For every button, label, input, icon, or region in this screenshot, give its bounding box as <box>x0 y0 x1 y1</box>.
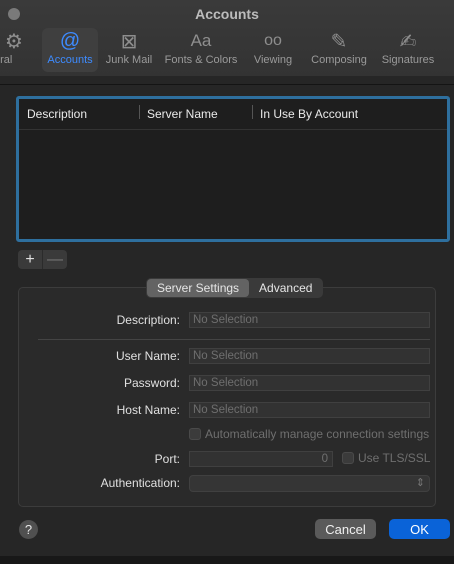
toolbar-item-accounts[interactable]: @ Accounts <box>42 28 98 72</box>
toolbar-label-signatures: Signatures <box>381 54 435 66</box>
accounts-table[interactable]: Description Server Name In Use By Accoun… <box>16 96 450 242</box>
toolbar-label-general: eral <box>0 54 13 66</box>
help-button[interactable]: ? <box>19 520 38 539</box>
compose-icon: ✎ <box>330 30 348 53</box>
form-divider <box>38 339 430 340</box>
authentication-label: Authentication: <box>100 476 180 490</box>
at-icon: @ <box>59 29 81 52</box>
port-field[interactable]: 0 <box>189 451 333 467</box>
table-header: Description Server Name In Use By Accoun… <box>19 99 447 130</box>
toolbar-item-signatures[interactable]: ✍ Signatures <box>374 28 442 72</box>
accounts-preferences-window: Accounts ⚙ eral @ Accounts ⊠ Junk Mail A… <box>0 0 454 564</box>
signature-icon: ✍ <box>399 30 417 53</box>
toolbar-item-junk-mail[interactable]: ⊠ Junk Mail <box>98 28 160 72</box>
tls-label: Use TLS/SSL <box>358 451 431 465</box>
username-label: User Name: <box>115 349 180 363</box>
add-button[interactable]: + <box>18 250 42 269</box>
auto-manage-checkbox[interactable] <box>189 428 201 440</box>
description-label: Description: <box>116 313 180 327</box>
tls-checkbox[interactable] <box>342 452 354 464</box>
fonts-icon: Aa <box>190 31 212 50</box>
toolbar-label-fonts-colors: Fonts & Colors <box>164 54 238 66</box>
preferences-toolbar: ⚙ eral @ Accounts ⊠ Junk Mail Aa Fonts &… <box>0 28 442 72</box>
password-label: Password: <box>123 376 180 390</box>
toolbar-label-junk-mail: Junk Mail <box>105 54 153 66</box>
window-title: Accounts <box>195 6 259 22</box>
toolbar-label-composing: Composing <box>311 54 367 66</box>
toolbar-label-accounts: Accounts <box>47 54 93 66</box>
tab-server-settings[interactable]: Server Settings <box>147 279 250 297</box>
glasses-icon: oo <box>264 32 282 49</box>
title-bar: Accounts ⚙ eral @ Accounts ⊠ Junk Mail A… <box>0 0 454 76</box>
gear-icon: ⚙ <box>5 30 23 53</box>
hostname-field[interactable]: No Selection <box>189 402 430 418</box>
window-bottom-edge <box>0 556 454 564</box>
ok-button[interactable]: OK <box>389 519 450 539</box>
column-header-server-name[interactable]: Server Name <box>139 105 252 121</box>
chevron-up-down-icon: ⇕ <box>415 477 425 489</box>
port-label: Port: <box>154 452 180 466</box>
tab-advanced[interactable]: Advanced <box>249 279 322 297</box>
description-field[interactable]: No Selection <box>189 312 430 328</box>
column-header-in-use-by-account[interactable]: In Use By Account <box>252 105 442 121</box>
authentication-select[interactable]: ⇕ <box>189 475 430 492</box>
toolbar-item-fonts-colors[interactable]: Aa Fonts & Colors <box>160 28 242 72</box>
password-field[interactable]: No Selection <box>189 375 430 391</box>
toolbar-item-general[interactable]: ⚙ eral <box>0 28 42 72</box>
cancel-button[interactable]: Cancel <box>315 519 376 539</box>
junk-mail-icon: ⊠ <box>120 30 138 53</box>
auto-manage-label: Automatically manage connection settings <box>205 427 430 441</box>
remove-button[interactable]: — <box>42 250 67 269</box>
toolbar-item-viewing[interactable]: oo Viewing <box>242 28 304 72</box>
settings-tab-control: Server Settings Advanced <box>146 278 324 298</box>
hostname-label: Host Name: <box>116 403 180 417</box>
toolbar-item-composing[interactable]: ✎ Composing <box>304 28 374 72</box>
username-field[interactable]: No Selection <box>189 348 430 364</box>
column-header-description[interactable]: Description <box>19 107 139 121</box>
list-add-remove-control: + — <box>18 250 67 269</box>
toolbar-label-viewing: Viewing <box>253 54 293 66</box>
